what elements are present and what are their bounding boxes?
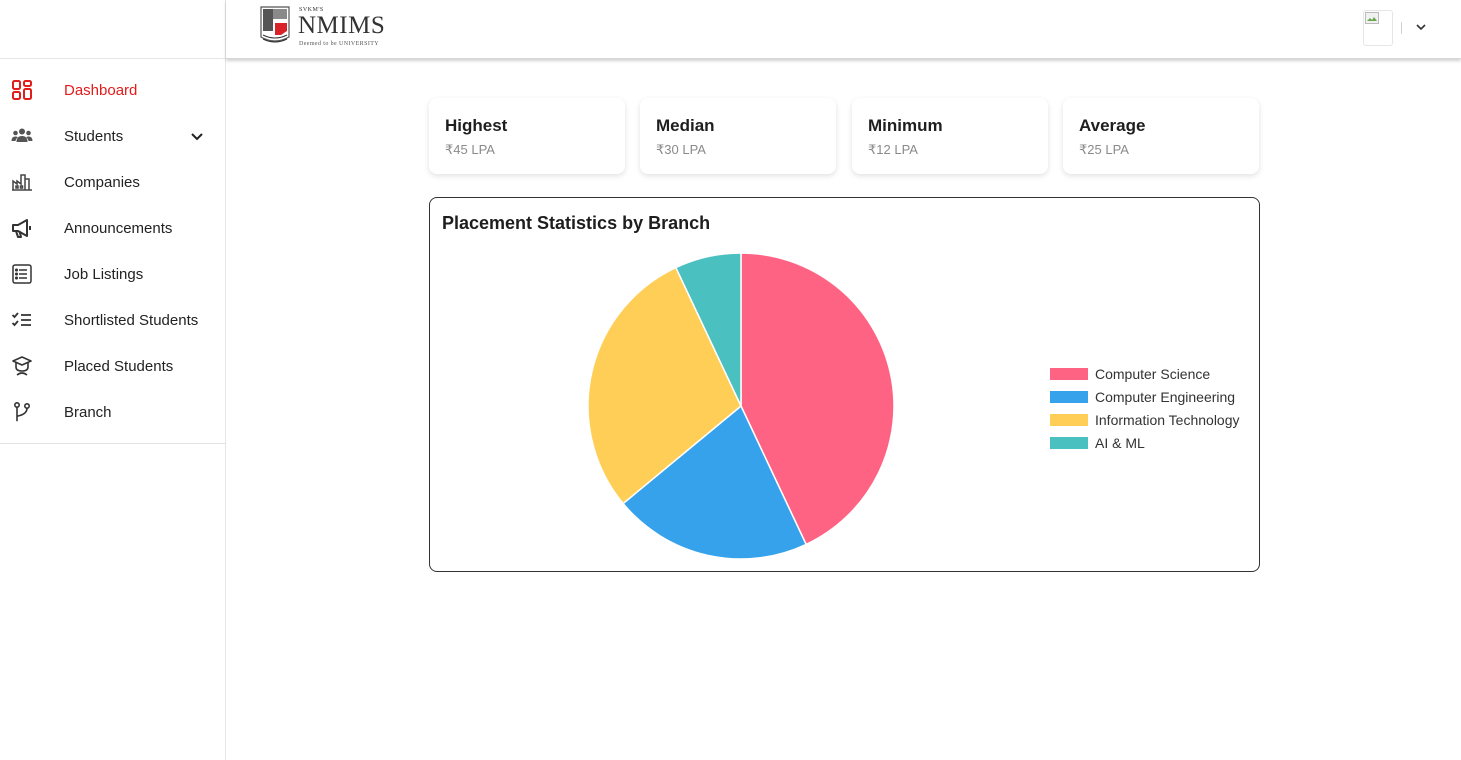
users-icon — [11, 125, 33, 147]
megaphone-icon — [11, 217, 33, 239]
legend-swatch — [1050, 390, 1088, 403]
sidebar-item-label: Students — [64, 127, 124, 145]
chevron-down-icon[interactable] — [189, 128, 205, 144]
legend-label: Computer Engineering — [1095, 388, 1236, 405]
legend-swatch — [1050, 413, 1088, 426]
sidebar-item-students[interactable]: Students — [0, 113, 225, 159]
stat-value: ₹45 LPA — [445, 142, 495, 157]
sidebar-nav: Dashboard Students Companies Announcemen… — [0, 59, 225, 444]
broken-image-icon — [1365, 12, 1379, 24]
stat-title: Highest — [445, 116, 508, 135]
stat-card-highest: Highest ₹45 LPA — [429, 98, 625, 174]
stat-title: Average — [1079, 116, 1146, 135]
chart-legend: Computer Science Computer Engineering Info… — [1050, 362, 1240, 454]
checklist-icon — [11, 309, 33, 331]
sidebar-item-label: Job Listings — [64, 265, 144, 283]
sidebar-item-announcements[interactable]: Announcements — [0, 205, 225, 251]
list-icon — [11, 263, 33, 285]
sidebar: Dashboard Students Companies Announcemen… — [0, 0, 226, 760]
logo-subtext: Deemed to be UNIVERSITY — [299, 41, 380, 47]
legend-swatch — [1050, 436, 1088, 449]
git-branch-icon — [11, 401, 33, 423]
stat-value: ₹30 LPA — [656, 142, 706, 157]
legend-label: AI & ML — [1095, 434, 1145, 451]
stat-value: ₹25 LPA — [1079, 142, 1129, 157]
top-header: SVKM'S NMIMS Deemed to be UNIVERSITY — [226, 0, 1461, 59]
sidebar-item-placed-students[interactable]: Placed Students — [0, 343, 225, 389]
placement-chart-panel: Placement Statistics by Branch Computer … — [429, 197, 1260, 572]
sidebar-item-label: Shortlisted Students — [64, 311, 199, 329]
legend-swatch — [1050, 367, 1088, 380]
chevron-down-icon[interactable] — [1414, 20, 1428, 34]
avatar[interactable] — [1363, 10, 1393, 46]
logo-emblem-icon — [260, 6, 290, 43]
stat-title: Minimum — [868, 116, 943, 135]
sidebar-item-branch[interactable]: Branch — [0, 389, 225, 435]
sidebar-item-dashboard[interactable]: Dashboard — [0, 67, 225, 113]
stat-card-average: Average ₹25 LPA — [1063, 98, 1259, 174]
sidebar-item-label: Announcements — [64, 219, 173, 237]
header-divider — [1401, 22, 1402, 34]
factory-icon — [11, 171, 33, 193]
stat-title: Median — [656, 116, 715, 135]
stat-card-minimum: Minimum ₹12 LPA — [852, 98, 1048, 174]
legend-item[interactable]: Information Technology — [1050, 408, 1240, 431]
sidebar-item-companies[interactable]: Companies — [0, 159, 225, 205]
sidebar-item-job-listings[interactable]: Job Listings — [0, 251, 225, 297]
stat-value: ₹12 LPA — [868, 142, 918, 157]
graduate-icon — [11, 355, 33, 377]
sidebar-header — [0, 0, 225, 59]
sidebar-item-label: Branch — [64, 403, 112, 421]
sidebar-item-label: Companies — [64, 173, 140, 191]
logo-name: NMIMS — [298, 12, 386, 39]
legend-label: Computer Science — [1095, 365, 1211, 382]
stat-card-median: Median ₹30 LPA — [640, 98, 836, 174]
nmims-logo[interactable]: SVKM'S NMIMS Deemed to be UNIVERSITY — [259, 5, 389, 51]
legend-label: Information Technology — [1095, 411, 1240, 428]
legend-item[interactable]: Computer Science — [1050, 362, 1240, 385]
sidebar-item-shortlisted-students[interactable]: Shortlisted Students — [0, 297, 225, 343]
legend-item[interactable]: Computer Engineering — [1050, 385, 1240, 408]
sidebar-item-label: Placed Students — [64, 357, 174, 375]
legend-item[interactable]: AI & ML — [1050, 431, 1240, 454]
dashboard-icon — [11, 79, 33, 101]
sidebar-item-label: Dashboard — [64, 81, 138, 99]
